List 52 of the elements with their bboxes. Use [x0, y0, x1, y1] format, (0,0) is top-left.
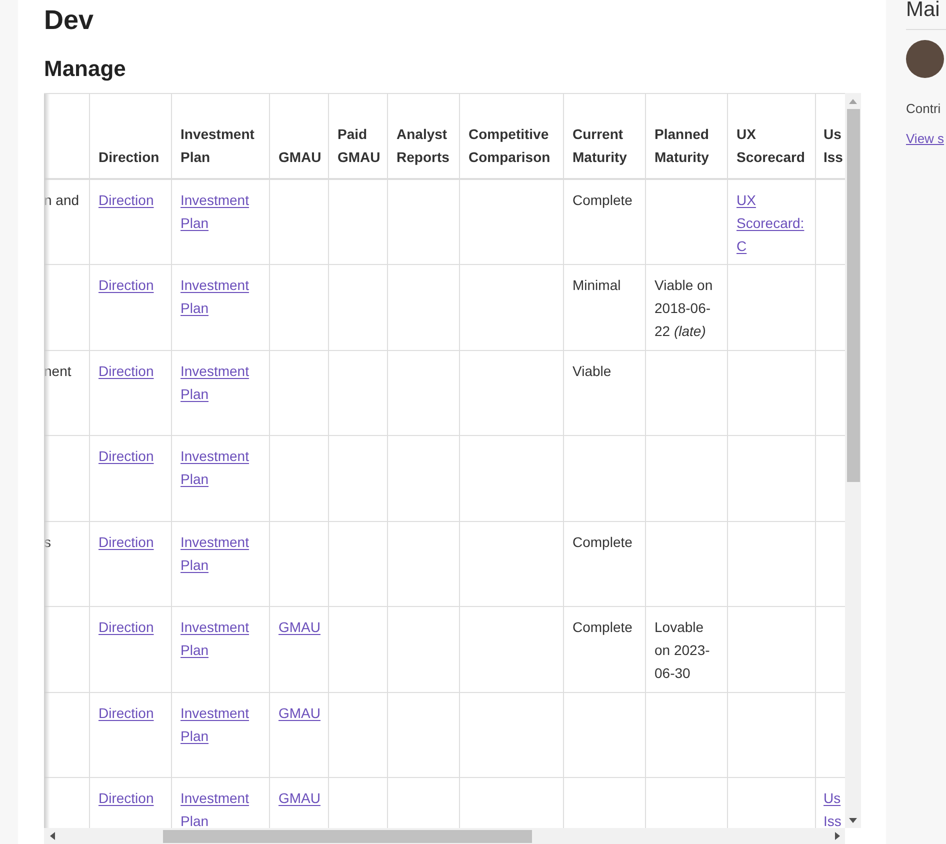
column-header: Direction [98, 149, 160, 165]
table-cell-text: s [44, 534, 51, 550]
table-cell-text: Complete [572, 619, 632, 635]
table-link[interactable]: Direction [98, 360, 154, 382]
column-header: Us Iss [824, 126, 843, 165]
table-cell-text: Viable on 2018-06-22 (late) [654, 277, 713, 339]
table-link[interactable]: Investment Plan [180, 702, 260, 748]
table-link[interactable]: Direction [98, 274, 154, 297]
scroll-left-icon[interactable] [50, 832, 54, 840]
table-cell-text: Complete [572, 534, 632, 550]
table-cell-text: nent [44, 362, 72, 378]
column-header: Competitive Comparison [468, 126, 550, 165]
scroll-down-icon[interactable] [849, 818, 857, 822]
column-header: GMAU [278, 149, 322, 165]
avatar [906, 40, 944, 78]
table-link[interactable]: Investment Plan [180, 445, 260, 491]
scroll-right-icon[interactable] [834, 832, 840, 840]
column-header: Investment Plan [180, 126, 254, 165]
table-link[interactable]: Investment Plan [180, 530, 260, 576]
table-cell-text: Complete [572, 192, 632, 208]
table-link[interactable]: GMAU [278, 702, 320, 724]
table-cell-text: Viable [572, 362, 612, 378]
table-link[interactable]: Investment Plan [180, 616, 260, 662]
table-link[interactable]: Direction [98, 787, 154, 810]
column-header: Paid GMAU [338, 126, 380, 165]
table-cell-text: Lovable on 2023-06-30 [654, 619, 710, 681]
sidebar-heading: Mai [906, 0, 946, 30]
table-cell-text: Minimal [572, 277, 621, 293]
table-link[interactable]: Investment Plan [180, 787, 260, 828]
table-link[interactable]: Direction [98, 189, 154, 212]
table-link[interactable]: Us Iss [824, 787, 845, 828]
column-header: UX Scorecard [736, 126, 805, 165]
table-link[interactable]: Investment Plan [180, 360, 260, 406]
horizontal-scrollbar[interactable] [44, 828, 845, 844]
table-link[interactable]: Direction [98, 445, 154, 468]
table-link[interactable]: Investment Plan [180, 189, 260, 235]
section-heading: Manage [44, 55, 126, 83]
sidebar-link[interactable]: View s [906, 128, 944, 148]
table-link[interactable]: Direction [98, 616, 154, 639]
sidebar-text: Contri [906, 100, 942, 118]
table-link[interactable]: Investment Plan [180, 274, 260, 320]
page-title: Dev [44, 4, 94, 36]
table-link[interactable]: Direction [98, 702, 154, 724]
column-header: Current Maturity [572, 126, 627, 165]
table-link[interactable]: Direction [98, 530, 154, 554]
column-header: Analyst Reports [396, 126, 450, 165]
table-link[interactable]: GMAU [278, 616, 320, 639]
table-link[interactable]: UX Scorecard: C [736, 189, 806, 258]
vertical-scrollbar[interactable] [845, 93, 861, 828]
table-link[interactable]: GMAU [278, 787, 320, 810]
table-cell-text: n and [44, 192, 80, 208]
column-header: Planned Maturity [654, 126, 709, 165]
